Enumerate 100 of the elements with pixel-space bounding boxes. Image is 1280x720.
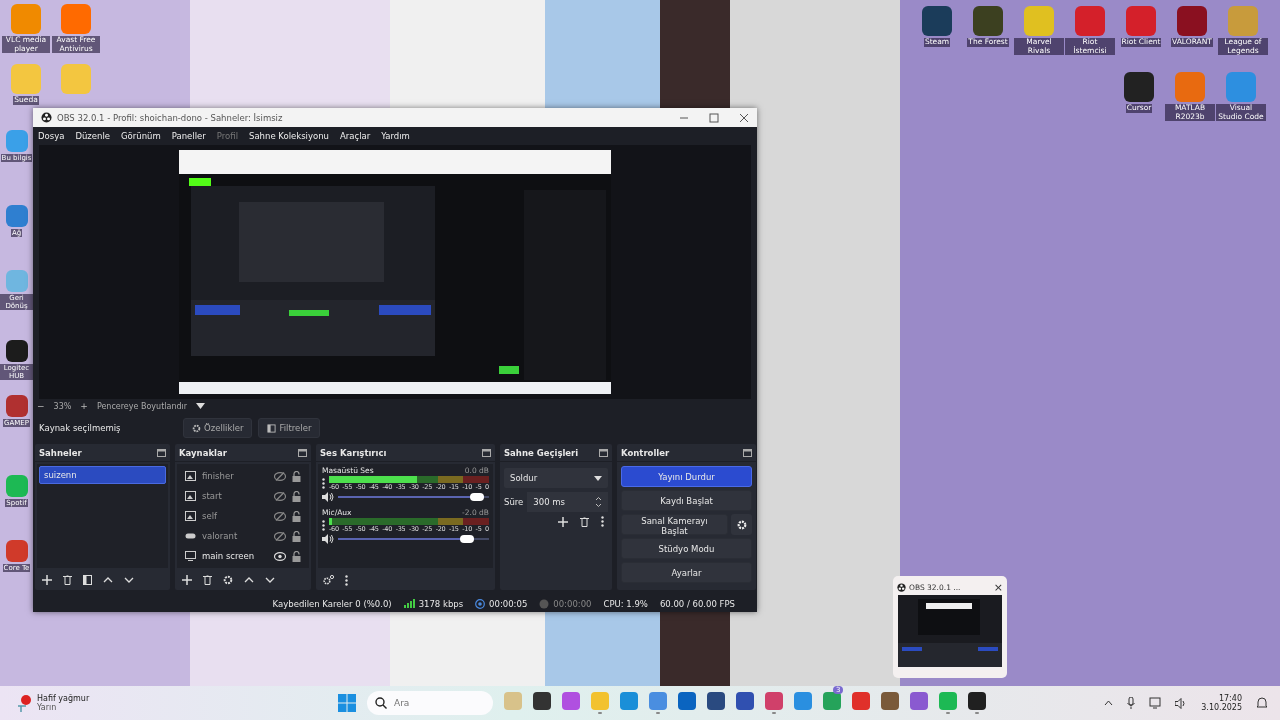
taskbar-app-icon[interactable] — [707, 692, 725, 710]
add-icon[interactable] — [558, 516, 568, 527]
source-name[interactable]: start — [202, 491, 268, 501]
unlocked-icon[interactable] — [292, 490, 301, 502]
undock-icon[interactable] — [298, 448, 307, 457]
signal-bars-icon — [403, 599, 415, 608]
undock-icon[interactable] — [599, 448, 608, 457]
move-up-icon[interactable] — [103, 577, 113, 583]
taskbar-app-icon[interactable] — [881, 692, 899, 710]
menu-item[interactable]: Yardım — [381, 131, 410, 141]
search-icon[interactable] — [375, 697, 387, 709]
image-icon — [185, 471, 196, 481]
weather-condition[interactable]: Hafif yağmur — [37, 694, 90, 703]
menu-item[interactable]: Görünüm — [121, 131, 161, 141]
record-indicator-icon — [539, 598, 550, 609]
spinner-arrows-icon[interactable] — [595, 496, 602, 508]
add-icon[interactable] — [182, 575, 192, 585]
move-down-icon[interactable] — [265, 577, 275, 583]
source-name[interactable]: main screen — [202, 551, 268, 561]
close-icon[interactable] — [739, 112, 749, 123]
chevron-up-icon[interactable] — [1104, 700, 1114, 706]
control-button[interactable]: Stüdyo Modu — [621, 538, 752, 559]
hidden-eye-icon[interactable] — [274, 471, 286, 481]
more-options-icon[interactable] — [345, 574, 348, 586]
more-options-icon[interactable] — [322, 478, 325, 489]
more-options-icon[interactable] — [601, 516, 604, 527]
add-icon[interactable] — [42, 575, 52, 585]
unlocked-icon[interactable] — [292, 530, 301, 542]
app-logo-icon — [41, 112, 52, 123]
clock-time[interactable]: 17:40 — [1218, 694, 1242, 703]
app-logo-icon — [897, 582, 906, 592]
start-icon[interactable] — [338, 694, 356, 712]
stream-time: 00:00:05 — [489, 598, 528, 609]
speaker-icon[interactable] — [322, 534, 334, 544]
dropdown-caret-icon[interactable] — [196, 403, 206, 409]
taskbar-app-icon[interactable] — [533, 692, 551, 710]
taskbar-app-icon[interactable] — [736, 692, 754, 710]
hidden-eye-icon[interactable] — [274, 531, 286, 541]
control-button[interactable]: Ayarlar — [621, 562, 752, 583]
control-button[interactable]: Sanal Kamerayı Başlat — [621, 514, 728, 535]
search-field[interactable]: Ara — [394, 698, 474, 708]
taskbar-app-icon[interactable] — [968, 692, 986, 710]
unlocked-icon[interactable] — [292, 510, 301, 522]
menu-item[interactable]: Sahne Koleksiyonu — [249, 131, 329, 141]
move-down-icon[interactable] — [124, 577, 134, 583]
source-name[interactable]: finisher — [202, 471, 268, 481]
menu-item[interactable]: Dosya — [38, 131, 65, 141]
trash-icon[interactable] — [203, 575, 212, 585]
taskbar-app-icon[interactable] — [678, 692, 696, 710]
image-icon — [185, 491, 196, 501]
clock-date[interactable]: 3.10.2025 — [1201, 703, 1242, 712]
speaker-icon[interactable] — [322, 492, 334, 502]
zoom-out-button[interactable]: − — [37, 401, 45, 411]
maximize-icon[interactable] — [709, 112, 719, 123]
hidden-eye-icon[interactable] — [274, 511, 286, 521]
unlocked-icon[interactable] — [292, 550, 301, 562]
more-options-icon[interactable] — [322, 520, 325, 531]
trash-icon[interactable] — [63, 575, 72, 585]
settings-button[interactable] — [731, 514, 752, 535]
volume-icon[interactable] — [1175, 697, 1188, 709]
slider-handle[interactable] — [470, 493, 485, 501]
filters-button[interactable]: Filtreler — [258, 418, 321, 438]
transition-dropdown[interactable]: Soldur — [504, 468, 608, 488]
control-button[interactable]: Kaydı Başlat — [621, 490, 752, 511]
fit-to-window-label[interactable]: Pencereye Boyutlandır — [96, 401, 188, 411]
app-shortcut-icon[interactable] — [1124, 72, 1154, 102]
control-button[interactable]: Yayını Durdur — [621, 466, 752, 487]
source-name[interactable]: self — [202, 511, 268, 521]
gamepad-icon — [185, 531, 196, 541]
advanced-settings-icon[interactable] — [323, 575, 334, 585]
filter-icon[interactable] — [83, 575, 92, 585]
microphone-icon[interactable] — [1127, 697, 1136, 709]
search-bar[interactable]: Ara — [367, 691, 493, 715]
menu-item[interactable]: Düzenle — [75, 131, 111, 141]
menu-item[interactable]: Paneller — [171, 131, 206, 141]
duration-field[interactable]: 300 ms — [527, 492, 608, 512]
undock-icon[interactable] — [482, 448, 491, 457]
zoom-in-button[interactable]: + — [80, 401, 88, 411]
eye-icon[interactable] — [274, 551, 286, 561]
undock-icon[interactable] — [743, 448, 752, 457]
undock-icon[interactable] — [157, 448, 166, 457]
source-name[interactable]: valorant — [202, 531, 268, 541]
properties-button[interactable]: Özellikler — [183, 418, 253, 438]
unlocked-icon[interactable] — [292, 470, 301, 482]
hidden-eye-icon[interactable] — [274, 491, 286, 501]
slider-handle[interactable] — [459, 535, 474, 543]
panel-title: Sahne Geçişleri — [504, 447, 579, 458]
notification-bell-icon[interactable] — [1256, 697, 1268, 709]
scene-item[interactable]: suizenn — [39, 466, 166, 484]
network-icon[interactable] — [1149, 697, 1162, 709]
gear-icon — [192, 423, 201, 433]
zoom-level: 33% — [53, 401, 72, 411]
move-up-icon[interactable] — [244, 577, 254, 583]
monitor-icon — [185, 551, 196, 561]
filter-icon — [267, 423, 277, 433]
trash-icon[interactable] — [580, 516, 589, 527]
menu-item[interactable]: Araçlar — [340, 131, 371, 141]
settings-icon[interactable] — [223, 575, 233, 585]
close-button[interactable]: × — [993, 580, 1003, 594]
dropdown-caret-icon — [594, 475, 602, 481]
